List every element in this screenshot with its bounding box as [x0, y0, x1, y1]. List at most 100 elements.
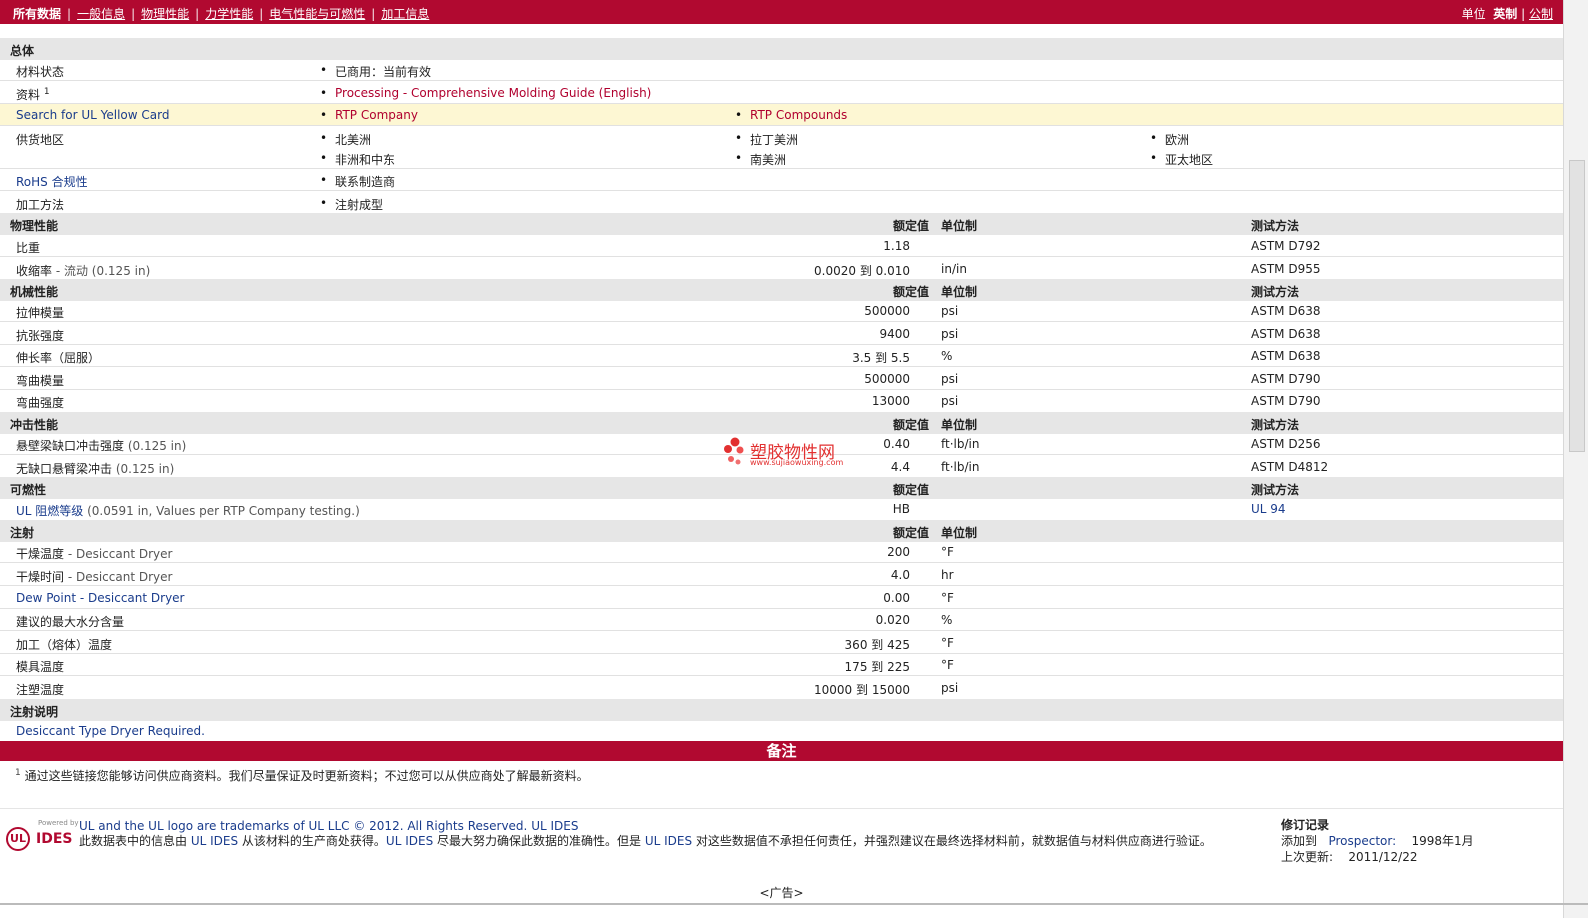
table-row: Desiccant Type Dryer Required.	[0, 720, 1563, 742]
table-row: 供货地区 北美洲 拉丁美洲 欧洲 非洲和中东 南美洲 亚太地区	[0, 127, 1563, 169]
section-mechanical: 机械性能 额定值 单位制 测试方法	[0, 278, 1563, 301]
test-method: ASTM D638	[1251, 349, 1321, 363]
list-item: 亚太地区	[1150, 151, 1213, 168]
section-injection-notes: 注射说明	[0, 698, 1563, 721]
ul-ides-logo: Powered by UL IDES	[6, 819, 79, 859]
footer: Powered by UL IDES UL and the UL logo ar…	[0, 808, 1563, 875]
col-header-nominal: 额定值	[893, 285, 930, 299]
table-row: 加工方法 注射成型	[0, 192, 1563, 214]
rtp-company-link[interactable]: RTP Company	[320, 108, 418, 122]
nominal-value: 1.18	[883, 239, 910, 253]
nav-physical[interactable]: 物理性能	[141, 7, 189, 21]
unit: hr	[941, 568, 954, 582]
row-label: 收缩率	[16, 264, 53, 278]
col-header-method: 测试方法	[1251, 418, 1300, 432]
units-metric-link[interactable]: 公制	[1529, 7, 1553, 21]
row-label: 伸长率（屈服）	[16, 351, 101, 365]
section-physical: 物理性能 额定值 单位制 测试方法	[0, 212, 1563, 235]
nominal-value: 0.00	[883, 591, 910, 605]
col-header-unit: 单位制	[941, 418, 978, 432]
table-row: 加工（熔体）温度 360 到 425 °F	[0, 632, 1563, 654]
row-label: 材料状态	[16, 65, 65, 79]
col-header-nominal: 额定值	[893, 418, 930, 432]
ul-yellow-card-link[interactable]: Search for UL Yellow Card	[16, 108, 169, 122]
table-row: 模具温度 175 到 225 °F	[0, 654, 1563, 676]
list-item: 拉丁美洲	[735, 131, 798, 148]
col-header-nominal: 额定值	[893, 483, 930, 497]
test-method: ASTM D638	[1251, 327, 1321, 341]
ad-label: <广告>	[759, 886, 804, 900]
vertical-scrollbar[interactable]	[1563, 0, 1588, 918]
revision-history: 修订记录 添加到 Prospector: 1998年1月 上次更新: 2011/…	[1281, 818, 1474, 864]
dew-point-link[interactable]: Dew Point - Desiccant Dryer	[16, 591, 184, 605]
table-row: 材料状态 已商用：当前有效	[0, 59, 1563, 81]
row-label: 模具温度	[16, 660, 65, 674]
prospector-link[interactable]: Prospector:	[1328, 834, 1396, 848]
section-title: 注射	[10, 526, 35, 540]
table-row: 比重 1.18 ASTM D792	[0, 235, 1563, 257]
watermark-url: www.sujiaowuxing.com	[750, 458, 844, 467]
nav-processing-info[interactable]: 加工信息	[381, 7, 429, 21]
row-label: 无缺口悬臂梁冲击	[16, 462, 113, 476]
unit: psi	[941, 394, 959, 408]
table-row: 伸长率（屈服） 3.5 到 5.5 % ASTM D638	[0, 345, 1563, 367]
section-impact: 冲击性能 额定值 单位制 测试方法	[0, 411, 1563, 434]
nominal-value: 9400	[879, 327, 910, 341]
nominal-value: 200	[887, 545, 910, 559]
col-header-unit: 单位制	[941, 219, 978, 233]
nominal-value: 0.40	[883, 437, 910, 451]
nav-general-info[interactable]: 一般信息	[77, 7, 125, 21]
unit-switcher: 单位 英制 | 公制	[1461, 7, 1553, 21]
rohs-link[interactable]: RoHS 合规性	[16, 173, 88, 190]
table-row: 干燥温度 - Desiccant Dryer 200 °F	[0, 541, 1563, 563]
units-imperial: 英制	[1493, 7, 1518, 21]
test-method: ASTM D790	[1251, 394, 1321, 408]
ul94-link[interactable]: UL 94	[1251, 502, 1286, 516]
table-row: 资料 1 Processing - Comprehensive Molding …	[0, 82, 1563, 104]
section-nav: 所有数据 | 一般信息 | 物理性能 | 力学性能 | 电气性能与可燃性 | 加工信息	[13, 7, 430, 21]
unit: °F	[941, 545, 954, 559]
list-item: 南美洲	[735, 151, 786, 168]
list-item: 非洲和中东	[320, 151, 395, 168]
col-header-unit: 单位制	[941, 526, 978, 540]
table-row: 弯曲模量 500000 psi ASTM D790	[0, 368, 1563, 390]
section-title: 冲击性能	[10, 418, 59, 432]
injection-note-text: Desiccant Type Dryer Required.	[16, 724, 205, 738]
list-item: 注射成型	[320, 196, 383, 213]
test-method: ASTM D256	[1251, 437, 1321, 451]
nominal-value: 0.020	[875, 613, 910, 627]
row-label: 资料	[16, 88, 41, 102]
row-label: 弯曲模量	[16, 374, 65, 388]
unit: ft·lb/in	[941, 460, 980, 474]
test-method: ASTM D955	[1251, 262, 1321, 276]
nav-mechanical[interactable]: 力学性能	[205, 7, 253, 21]
unit: psi	[941, 327, 959, 341]
footnote-text: 通过这些链接您能够访问供应商资料。我们尽量保证及时更新资料；不过您可以从供应商处…	[24, 769, 589, 783]
unit: %	[941, 613, 953, 627]
rtp-compounds-link[interactable]: RTP Compounds	[735, 108, 847, 122]
table-row: 建议的最大水分含量 0.020 %	[0, 609, 1563, 631]
test-method: ASTM D638	[1251, 304, 1321, 318]
ul-ides-link[interactable]: UL IDES	[531, 819, 578, 833]
bottom-divider	[0, 903, 1588, 905]
unit: psi	[941, 304, 959, 318]
notes-header: 备注	[0, 741, 1563, 761]
nominal-value: 4.0	[890, 568, 910, 582]
nav-all-data[interactable]: 所有数据	[13, 7, 61, 21]
nominal-value: 4.4	[890, 460, 910, 474]
nominal-value: 500000	[864, 372, 910, 386]
table-row: Search for UL Yellow Card RTP Company RT…	[0, 104, 1563, 126]
footnote: 1 通过这些链接您能够访问供应商资料。我们尽量保证及时更新资料；不过您可以从供应…	[15, 768, 589, 783]
datasheet-link[interactable]: Processing - Comprehensive Molding Guide…	[320, 86, 651, 100]
section-general: 总体	[0, 37, 1563, 60]
scrollbar-thumb[interactable]	[1569, 160, 1585, 452]
ul-flammability-link[interactable]: UL 阻燃等级	[16, 504, 83, 518]
footer-text: UL and the UL logo are trademarks of UL …	[79, 819, 1212, 848]
nav-electrical-flammability[interactable]: 电气性能与可燃性	[269, 7, 365, 21]
table-row: Dew Point - Desiccant Dryer 0.00 °F	[0, 587, 1563, 609]
col-header-nominal: 额定值	[893, 219, 930, 233]
row-label: 比重	[16, 241, 41, 255]
test-method: ASTM D4812	[1251, 460, 1329, 474]
nominal-value: 3.5 到 5.5	[852, 351, 910, 365]
row-label: 加工方法	[16, 198, 65, 212]
